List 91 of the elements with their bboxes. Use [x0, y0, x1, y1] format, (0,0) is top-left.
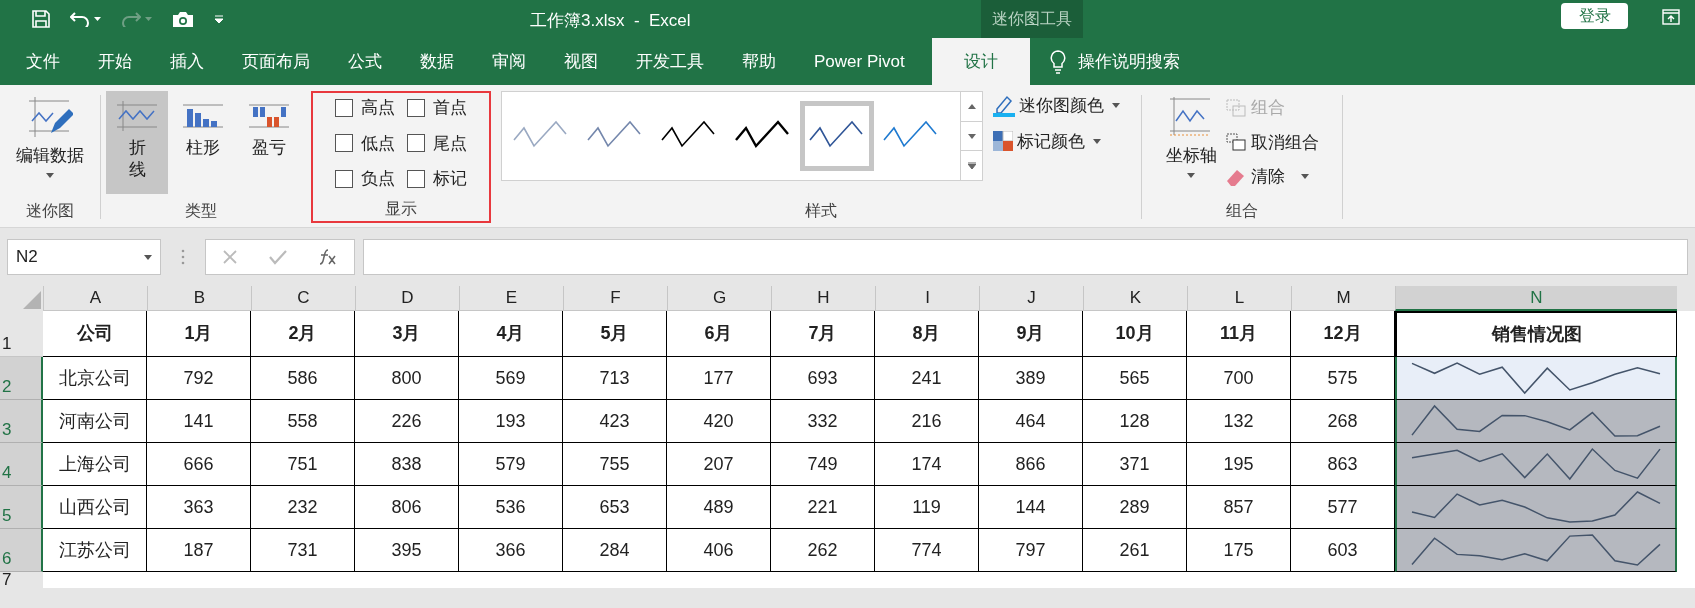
window-title: 工作簿3.xlsx - Excel: [530, 10, 691, 32]
group-label: 样式: [805, 201, 837, 221]
checkbox[interactable]: 标记: [407, 166, 467, 192]
column-header[interactable]: K: [1083, 286, 1187, 311]
ribbon-tab[interactable]: 视图: [545, 38, 617, 85]
pen-color-icon: [993, 94, 1015, 117]
checkbox[interactable]: 低点: [335, 130, 395, 156]
camera-icon[interactable]: [172, 10, 194, 28]
sparkline-cell[interactable]: [1395, 400, 1677, 443]
tell-me-search[interactable]: 操作说明搜索: [1077, 48, 1180, 75]
caret-icon: [1300, 174, 1309, 180]
ribbon-tab[interactable]: 文件: [7, 38, 79, 85]
row-header[interactable]: 1: [0, 311, 43, 357]
checkbox[interactable]: 负点: [335, 166, 395, 192]
sparkline-color-button[interactable]: 迷你图颜色: [993, 93, 1120, 119]
context-tab-group-label: 迷你图工具: [981, 0, 1083, 38]
undo-icon[interactable]: [70, 11, 90, 27]
row-header[interactable]: 2: [0, 357, 43, 400]
group-icon: [1224, 97, 1247, 118]
column-header[interactable]: C: [251, 286, 355, 311]
group-label: 显示: [385, 199, 417, 219]
axis-button[interactable]: 坐标轴: [1165, 95, 1217, 190]
column-header[interactable]: F: [563, 286, 667, 311]
sparkline-type-button[interactable]: 盈亏: [238, 91, 300, 194]
ungroup-icon: [1224, 132, 1247, 153]
check-icon[interactable]: [269, 249, 287, 265]
row-header[interactable]: 3: [0, 400, 43, 443]
expand-icon: [967, 162, 976, 170]
column-header[interactable]: E: [459, 286, 563, 311]
lightbulb-icon[interactable]: [1049, 49, 1066, 74]
ribbon-tab[interactable]: 开发工具: [617, 38, 723, 85]
sparkline-cell[interactable]: [1395, 529, 1677, 572]
sparkline-cell[interactable]: [1395, 486, 1677, 529]
line-chart-icon: [115, 99, 159, 133]
ribbon-tab[interactable]: Power Pivot: [795, 38, 924, 85]
down-arrow-icon: [967, 133, 976, 139]
column-header[interactable]: A: [43, 286, 147, 311]
marker-color-button[interactable]: 标记颜色: [993, 128, 1120, 154]
ribbon-tab[interactable]: 插入: [151, 38, 223, 85]
column-header[interactable]: G: [667, 286, 771, 311]
caret-icon: [144, 254, 152, 260]
row-header[interactable]: 4: [0, 443, 43, 486]
ribbon-tab[interactable]: 开始: [79, 38, 151, 85]
sparkline-cell[interactable]: [1395, 443, 1677, 486]
checkbox[interactable]: 尾点: [407, 130, 467, 156]
up-arrow-icon: [967, 103, 976, 109]
caret-icon: [1112, 103, 1120, 109]
save-icon[interactable]: [32, 10, 50, 28]
edit-data-icon: [27, 95, 73, 139]
ribbon-tab[interactable]: 数据: [401, 38, 473, 85]
sparkline-type-button[interactable]: 柱形: [172, 91, 234, 194]
sparkline-style-swatch[interactable]: [800, 101, 874, 171]
formula-input[interactable]: [363, 239, 1688, 275]
edit-data-button[interactable]: 编辑数据: [16, 91, 84, 191]
group-label: 迷你图: [26, 201, 74, 221]
color-grid-icon: [993, 131, 1013, 152]
column-header[interactable]: M: [1291, 286, 1395, 311]
group-label: 组合: [1226, 201, 1258, 221]
function-icon[interactable]: [318, 248, 339, 266]
checkbox[interactable]: 首点: [407, 95, 467, 121]
customize-icon[interactable]: [214, 15, 224, 23]
clear-button[interactable]: 清除: [1224, 164, 1319, 190]
column-header[interactable]: B: [147, 286, 251, 311]
name-box[interactable]: N2: [7, 239, 161, 275]
group-label: 类型: [185, 201, 217, 221]
login-button[interactable]: 登录: [1561, 3, 1628, 29]
sparkline-cell[interactable]: [1395, 357, 1677, 400]
ribbon-tab[interactable]: 公式: [329, 38, 401, 85]
sparkline-type-button[interactable]: 折线: [106, 91, 168, 194]
caret-icon: [1093, 138, 1101, 144]
ribbon-tab[interactable]: 设计: [931, 38, 1030, 85]
checkbox[interactable]: 高点: [335, 95, 395, 121]
ribbon-tab[interactable]: 帮助: [723, 38, 795, 85]
caret-icon[interactable]: [94, 17, 101, 21]
row-header[interactable]: 5: [0, 486, 43, 529]
column-header[interactable]: L: [1187, 286, 1291, 311]
column-header[interactable]: N: [1395, 286, 1677, 311]
row-header[interactable]: 6: [0, 529, 43, 572]
redo-icon: [121, 11, 141, 27]
column-header[interactable]: J: [979, 286, 1083, 311]
ribbon-display-icon[interactable]: [1662, 9, 1680, 25]
drag-handle-icon: [181, 249, 185, 265]
ribbon-tab[interactable]: 页面布局: [223, 38, 329, 85]
caret-icon: [1187, 172, 1195, 178]
ungroup-button[interactable]: 取消组合: [1224, 129, 1319, 155]
column-header[interactable]: H: [771, 286, 875, 311]
caret-icon: [46, 172, 54, 178]
column-header[interactable]: I: [875, 286, 979, 311]
ribbon-tab[interactable]: 审阅: [473, 38, 545, 85]
column-header[interactable]: D: [355, 286, 459, 311]
caret-icon: [145, 17, 152, 21]
